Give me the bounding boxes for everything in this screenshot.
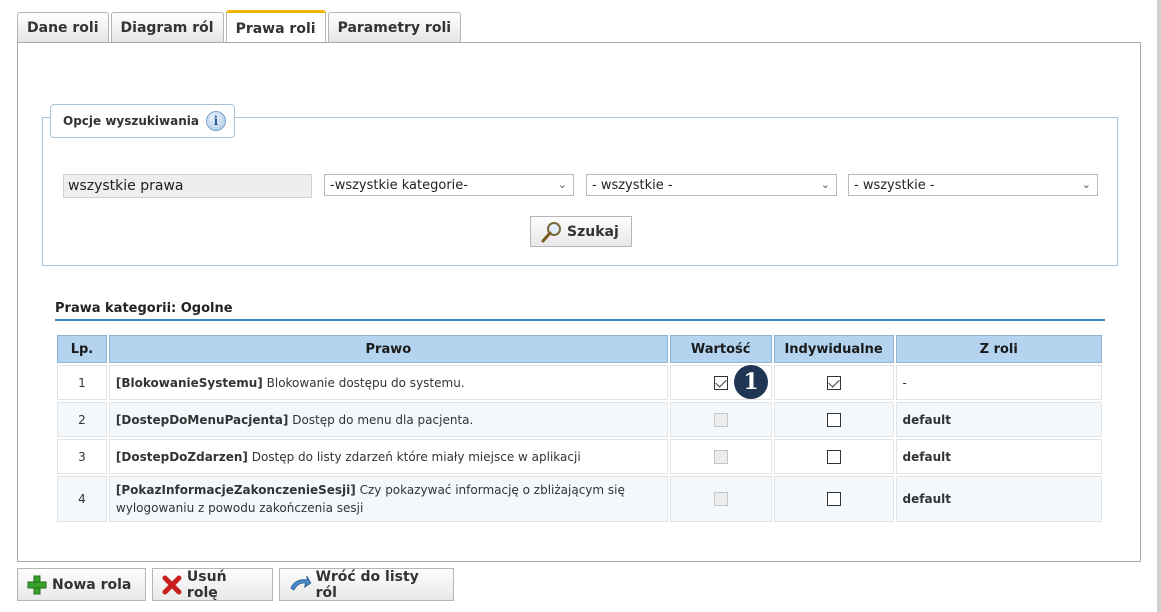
- right-cell: [DostepDoMenuPacjenta] Dostęp do menu dl…: [108, 402, 668, 437]
- header-z-roli[interactable]: Z roli: [895, 335, 1102, 363]
- step-marker-badge: 1: [734, 365, 768, 399]
- value-checkbox: [713, 449, 728, 464]
- back-to-list-label: Wróć do listy ról: [315, 568, 419, 601]
- search-button[interactable]: Szukaj: [530, 216, 632, 247]
- search-options-legend: Opcje wyszukiwania i: [50, 104, 235, 138]
- delete-role-label: Usuń rolę: [186, 568, 227, 601]
- right-cell: [BlokowanieSystemu] Blokowanie dostępu d…: [108, 365, 668, 400]
- new-role-button[interactable]: Nowa rola: [17, 568, 146, 601]
- individual-filter-select-value: - wszystkie -: [854, 177, 935, 193]
- individual-checkbox[interactable]: [826, 449, 841, 464]
- table-row: 4 [PokazInformacjeZakonczenieSesji] Czy …: [57, 476, 1102, 522]
- right-cell: [PokazInformacjeZakonczenieSesji] Czy po…: [108, 476, 668, 522]
- back-to-list-button[interactable]: Wróć do listy ról: [279, 568, 454, 601]
- value-filter-select[interactable]: - wszystkie - ⌄: [586, 174, 837, 196]
- tab-diagram-rol[interactable]: Diagram ról: [110, 12, 224, 43]
- table-header-row: Lp. Prawo Wartość Indywidualne Z roli: [57, 335, 1102, 363]
- rights-filter-input[interactable]: wszystkie prawa: [63, 174, 312, 198]
- from-role-cell: default: [895, 402, 1102, 437]
- value-cell: [669, 402, 772, 437]
- tab-parametry-roli[interactable]: Parametry roli: [327, 12, 462, 43]
- value-checkbox[interactable]: [713, 375, 728, 390]
- chevron-down-icon: ⌄: [557, 178, 567, 191]
- table-row: 3 [DostepDoZdarzen] Dostęp do listy zdar…: [57, 439, 1102, 474]
- individual-filter-select[interactable]: - wszystkie - ⌄: [848, 174, 1098, 196]
- chevron-down-icon: ⌄: [1081, 178, 1091, 191]
- header-lp[interactable]: Lp.: [57, 335, 107, 363]
- individual-checkbox[interactable]: [826, 412, 841, 427]
- header-wartosc[interactable]: Wartość: [669, 335, 772, 363]
- plus-icon: [27, 575, 47, 594]
- from-role-cell: -: [895, 365, 1102, 400]
- table-row: 2 [DostepDoMenuPacjenta] Dostęp do menu …: [57, 402, 1102, 437]
- magnifier-icon: [541, 221, 561, 242]
- category-select[interactable]: -wszystkie kategorie- ⌄: [324, 174, 574, 196]
- value-checkbox: [713, 492, 728, 507]
- value-cell: [669, 439, 772, 474]
- delete-role-button[interactable]: Usuń rolę: [152, 568, 273, 601]
- delete-x-icon: [162, 575, 182, 594]
- right-code: [DostepDoZdarzen]: [115, 449, 248, 464]
- from-role-cell: default: [895, 439, 1102, 474]
- row-number: 2: [57, 402, 107, 437]
- individual-cell: [773, 476, 894, 522]
- value-filter-select-value: - wszystkie -: [592, 177, 673, 193]
- vertical-scrollbar[interactable]: [1157, 0, 1161, 612]
- category-select-value: -wszystkie kategorie-: [330, 177, 468, 193]
- rights-table: Lp. Prawo Wartość Indywidualne Z roli 1 …: [55, 333, 1104, 524]
- right-code: [BlokowanieSystemu]: [115, 375, 263, 390]
- right-description: Blokowanie dostępu do systemu.: [266, 375, 465, 390]
- tab-dane-roli[interactable]: Dane roli: [17, 12, 109, 43]
- search-options-fieldset: Opcje wyszukiwania i wszystkie prawa -ws…: [42, 104, 1118, 266]
- row-number: 4: [57, 476, 107, 522]
- individual-cell: [773, 439, 894, 474]
- row-number: 1: [57, 365, 107, 400]
- back-arrow-icon: [290, 575, 312, 591]
- section-title: Prawa kategorii: Ogolne: [55, 301, 1105, 321]
- info-icon[interactable]: i: [205, 111, 226, 131]
- new-role-label: Nowa rola: [52, 576, 132, 593]
- right-description: Dostęp do menu dla pacjenta.: [292, 412, 474, 427]
- header-prawo[interactable]: Prawo: [108, 335, 668, 363]
- right-description: Dostęp do listy zdarzeń które miały miej…: [251, 449, 581, 464]
- search-options-label: Opcje wyszukiwania: [63, 114, 199, 128]
- from-role-cell: default: [895, 476, 1102, 522]
- row-number: 3: [57, 439, 107, 474]
- right-cell: [DostepDoZdarzen] Dostęp do listy zdarze…: [108, 439, 668, 474]
- tab-prawa-roli[interactable]: Prawa roli: [225, 10, 326, 44]
- search-button-label: Szukaj: [567, 223, 619, 240]
- individual-checkbox[interactable]: [826, 492, 841, 507]
- tab-bar: Dane roli Diagram ról Prawa roli Paramet…: [17, 10, 463, 44]
- header-indywidualne[interactable]: Indywidualne: [773, 335, 894, 363]
- value-checkbox: [713, 412, 728, 427]
- individual-cell: [773, 402, 894, 437]
- chevron-down-icon: ⌄: [820, 178, 830, 191]
- main-panel: Opcje wyszukiwania i wszystkie prawa -ws…: [17, 42, 1141, 562]
- right-code: [PokazInformacjeZakonczenieSesji]: [115, 483, 356, 497]
- individual-checkbox[interactable]: [826, 375, 841, 390]
- right-code: [DostepDoMenuPacjenta]: [115, 412, 289, 427]
- individual-cell: [773, 365, 894, 400]
- table-row: 1 [BlokowanieSystemu] Blokowanie dostępu…: [57, 365, 1102, 400]
- value-cell: [669, 476, 772, 522]
